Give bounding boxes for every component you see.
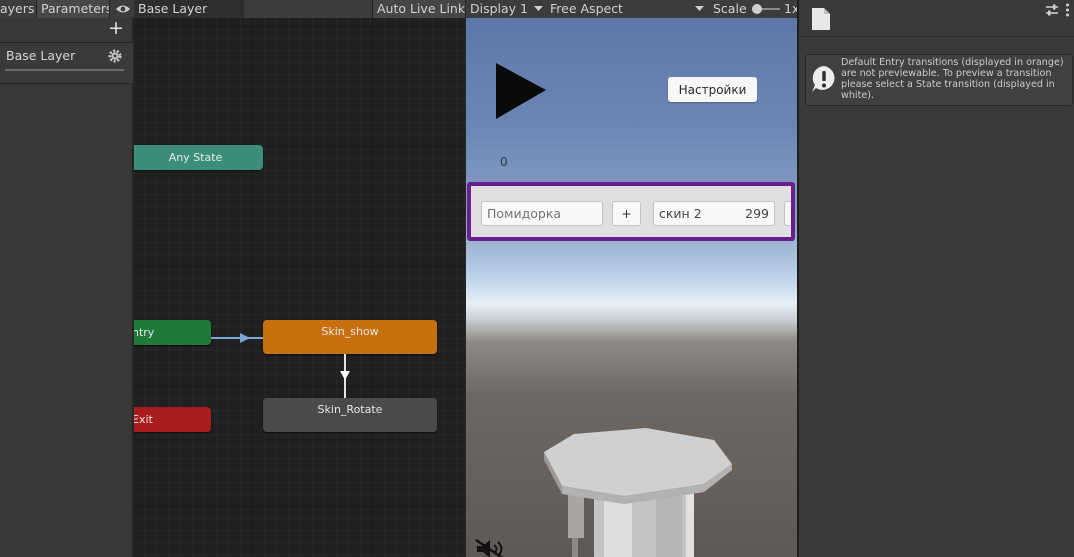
eye-icon [116, 5, 130, 13]
display-dropdown[interactable]: Display 1 [466, 0, 546, 18]
scale-value: 1x [784, 1, 797, 16]
arrow-right-icon [240, 333, 250, 343]
transition-arrows [211, 333, 350, 398]
inspector-panel: Default Entry transitions (displayed in … [797, 0, 1074, 557]
eye-toggle[interactable] [111, 0, 133, 18]
tab-layers[interactable]: ayers [0, 0, 36, 18]
add-item-button[interactable]: + [612, 201, 641, 226]
scale-slider[interactable] [752, 4, 780, 14]
game-toolbar: Display 1 Free Aspect Scale 1x [466, 0, 797, 18]
dropdown-arrow-icon [534, 6, 543, 11]
layer-weight-bar [5, 69, 124, 71]
layers-panel: + [0, 18, 133, 557]
inspector-divider [799, 36, 1074, 37]
help-box: Default Entry transitions (displayed in … [805, 54, 1073, 106]
breadcrumb-base-layer[interactable]: Base Layer [134, 0, 244, 18]
skin-name: скин 2 [659, 206, 702, 221]
auto-live-link-button[interactable]: Auto Live Link [372, 0, 465, 18]
document-icon [812, 8, 830, 30]
settings-button[interactable]: Настройки [668, 77, 757, 102]
pedestal-model [544, 428, 732, 557]
aspect-dropdown[interactable]: Free Aspect [546, 0, 707, 18]
tab-parameters[interactable]: Parameters [36, 0, 110, 18]
skin-price: 299 [745, 206, 769, 221]
skin-item-next[interactable] [784, 201, 791, 226]
item-name-field[interactable]: Помидорка [481, 201, 603, 226]
help-message: Default Entry transitions (displayed in … [841, 57, 1064, 101]
layer-item-base[interactable]: Base Layer [0, 42, 133, 84]
play-icon[interactable] [496, 63, 546, 119]
gear-icon [108, 49, 122, 63]
animator-graph[interactable]: Any State ntry Exit Skin_show Skin_Rotat… [134, 18, 465, 557]
more-options-icon[interactable] [1065, 3, 1070, 17]
scale-label: Scale [713, 1, 747, 16]
arrow-down-icon [340, 371, 350, 380]
sound-muted-icon[interactable] [475, 539, 507, 557]
game-view[interactable]: Настройки 0 Помидорка + скин 2 299 [466, 18, 797, 557]
layer-settings-button[interactable] [108, 48, 122, 67]
layer-name: Base Layer [6, 48, 76, 63]
add-layer-button[interactable]: + [108, 19, 124, 38]
animator-toolbar: ayers Parameters Base Layer Auto Live Li… [0, 0, 465, 18]
score-counter: 0 [500, 155, 508, 169]
shop-panel: Помидорка + скин 2 299 [467, 182, 795, 241]
sliders-icon[interactable] [1045, 4, 1059, 16]
skin-item[interactable]: скин 2 299 [653, 201, 775, 226]
info-warning-icon [812, 66, 835, 92]
scale-slider-handle[interactable] [752, 4, 762, 14]
dropdown-arrow-icon [695, 6, 704, 11]
